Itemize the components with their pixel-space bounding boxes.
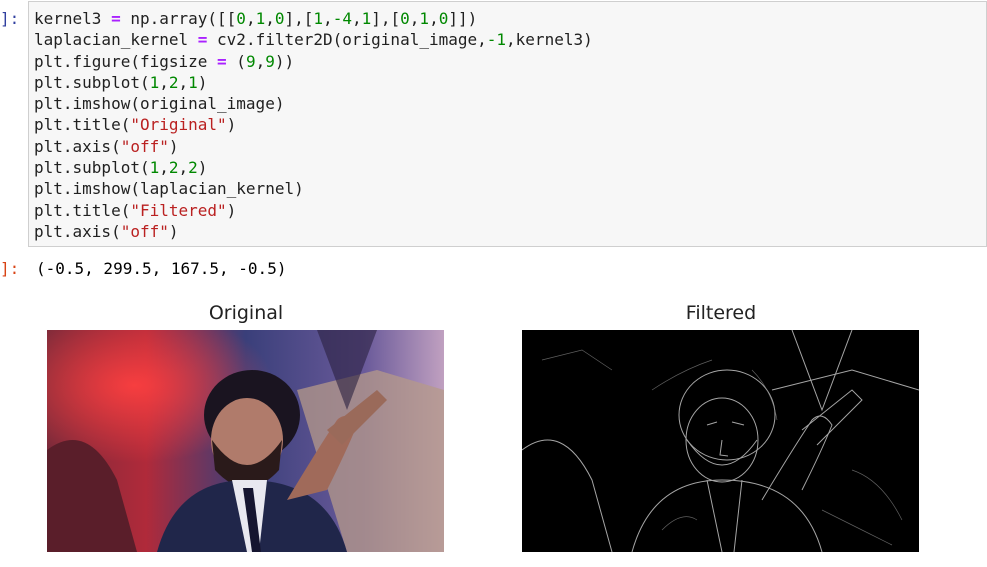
code-token: ,kernel3) [506,30,593,50]
code-token: 0 [438,9,449,28]
code-line: plt.figure(figsize = (9,9)) [34,51,593,72]
code-line: laplacian_kernel = cv2.filter2D(original… [34,29,593,50]
code-token: np.array([[ [120,9,237,28]
code-token: 1 [188,72,198,92]
code-token: , [409,9,420,28]
code-token: 2 [168,72,179,92]
code-token: , [178,72,189,92]
output-text: (-0.5, 299.5, 167.5, -0.5) [36,259,287,278]
code-token: plt.axis( [34,221,121,241]
code-token: = [217,51,227,71]
code-token: )) [274,51,295,71]
code-token: plt.figure(figsize [34,51,218,71]
code-line: plt.axis("off") [34,136,593,157]
code-token: plt.imshow(original_image) [34,94,285,114]
code-token: = [197,30,208,50]
code-token: 1 [149,158,160,178]
code-token: 1 [419,9,430,28]
original-image-art [47,330,444,552]
code-token: , [323,9,333,28]
code-line: plt.axis("off") [34,221,593,242]
code-line: plt.title("Original") [34,114,593,135]
code-token: 1 [149,72,160,92]
code-editor[interactable]: kernel3 = np.array([[0,1,0],[1,-4,1],[0,… [34,8,593,242]
code-token: 0 [400,9,410,28]
code-token: "off" [120,221,169,241]
filtered-image [522,330,919,552]
code-token: 9 [245,51,256,71]
code-token: , [351,9,362,28]
code-token: , [265,9,275,28]
code-token: 2 [188,158,198,178]
code-line: plt.imshow(original_image) [34,93,593,114]
code-token: ( [226,51,246,71]
code-token: plt.title( [34,200,131,220]
code-token: = [111,9,121,28]
code-token: ) [168,136,179,156]
code-token: , [429,9,439,28]
code-line: plt.title("Filtered") [34,200,593,221]
input-prompt: ]: [0,9,20,28]
code-token: plt.subplot( [34,158,150,178]
code-token: 9 [265,51,275,71]
code-token: ) [197,158,208,178]
code-line: plt.subplot(1,2,1) [34,72,593,93]
code-token: , [159,158,169,178]
code-token: ) [226,115,237,135]
code-token: "Original" [130,115,227,135]
filtered-image-art [522,330,919,552]
code-token: ],[ [371,9,401,28]
code-line: kernel3 = np.array([[0,1,0],[1,-4,1],[0,… [34,8,593,29]
code-token: ) [168,221,179,241]
code-token: plt.imshow(laplacian_kernel) [34,179,304,199]
code-token: ],[ [284,9,314,28]
code-token: -4 [332,9,352,28]
code-token: cv2.filter2D(original_image, [207,30,487,50]
code-token: kernel3 [34,9,112,28]
code-token: plt.subplot( [34,72,150,92]
code-token: plt.axis( [34,136,121,156]
code-line: plt.imshow(laplacian_kernel) [34,178,593,199]
code-token: 1 [313,9,324,28]
code-token: ) [226,200,237,220]
output-prompt: ]: [0,259,20,278]
code-line: plt.subplot(1,2,2) [34,157,593,178]
code-token: , [245,9,256,28]
code-token: 1 [255,9,266,28]
code-token: , [178,158,189,178]
code-token: 1 [361,9,372,28]
code-token: 2 [168,158,179,178]
code-token: -1 [486,30,507,50]
code-token: 0 [274,9,285,28]
code-token: ) [197,72,208,92]
original-plot-title: Original [208,302,284,324]
code-token: laplacian_kernel [34,30,198,50]
code-token: ]]) [448,9,478,28]
code-token: "off" [120,136,169,156]
code-token: , [159,72,169,92]
code-token: 0 [236,9,246,28]
code-token: plt.title( [34,115,131,135]
original-image [47,330,444,552]
filtered-plot-title: Filtered [685,302,757,324]
code-token: "Filtered" [130,200,227,220]
code-token: , [255,51,266,71]
